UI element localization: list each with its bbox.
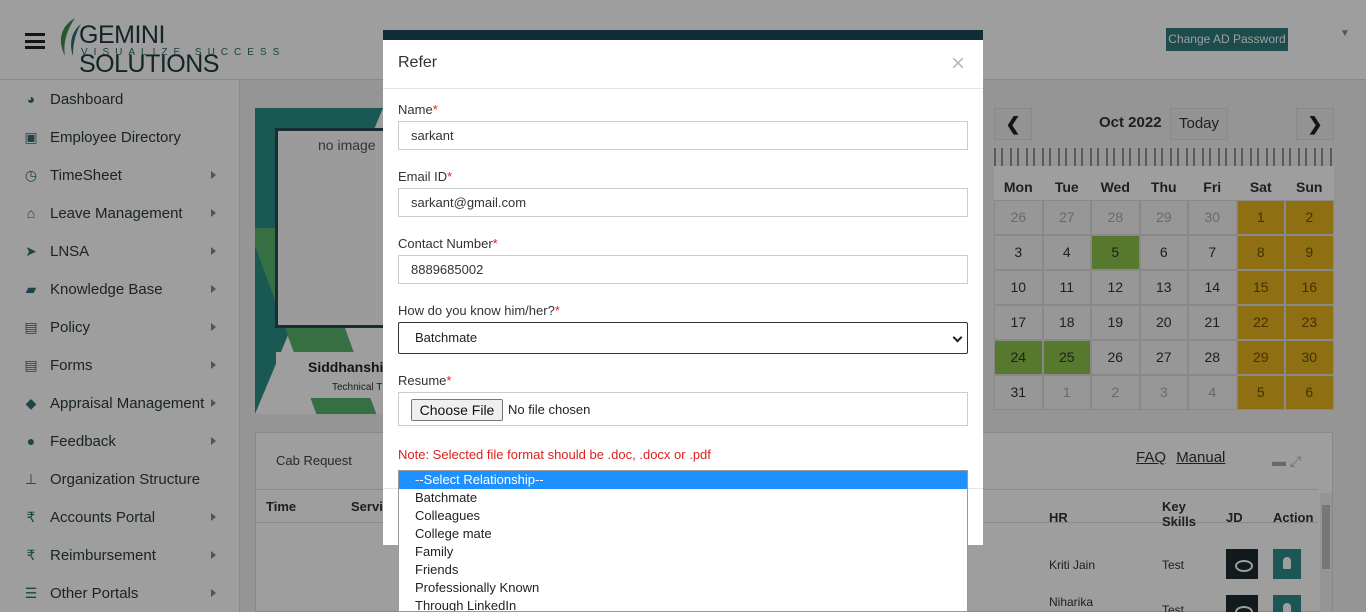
chevron-down-icon [952, 332, 963, 343]
relationship-select[interactable]: Batchmate [398, 322, 968, 354]
close-icon[interactable]: × [951, 50, 965, 78]
email-field[interactable]: sarkant@gmail.com [398, 188, 968, 217]
relationship-option[interactable]: Colleagues [399, 507, 967, 525]
relationship-selected-value: Batchmate [415, 330, 478, 345]
resume-label: Resume* [398, 373, 452, 388]
relationship-options-list: --Select Relationship-- Batchmate Collea… [398, 470, 968, 612]
refer-modal: Refer × Name* sarkant Email ID* sarkant@… [383, 30, 983, 545]
relationship-option[interactable]: Friends [399, 561, 967, 579]
email-label: Email ID* [398, 169, 453, 184]
relationship-option[interactable]: Family [399, 543, 967, 561]
relationship-option[interactable]: --Select Relationship-- [399, 471, 967, 489]
relationship-option[interactable]: College mate [399, 525, 967, 543]
relation-label: How do you know him/her?* [398, 303, 560, 318]
file-status-text: No file chosen [508, 402, 591, 417]
file-format-note: Note: Selected file format should be .do… [398, 447, 711, 462]
relationship-option[interactable]: Professionally Known [399, 579, 967, 597]
modal-title: Refer [398, 54, 438, 71]
relationship-option[interactable]: Batchmate [399, 489, 967, 507]
name-field[interactable]: sarkant [398, 121, 968, 150]
name-label: Name* [398, 102, 438, 117]
contact-label: Contact Number* [398, 236, 498, 251]
contact-number-field[interactable]: 8889685002 [398, 255, 968, 284]
modal-header: Refer × [383, 40, 983, 89]
choose-file-button[interactable]: Choose File [411, 399, 503, 421]
resume-file-input: Choose File No file chosen [398, 392, 968, 426]
relationship-option[interactable]: Through LinkedIn [399, 597, 967, 611]
